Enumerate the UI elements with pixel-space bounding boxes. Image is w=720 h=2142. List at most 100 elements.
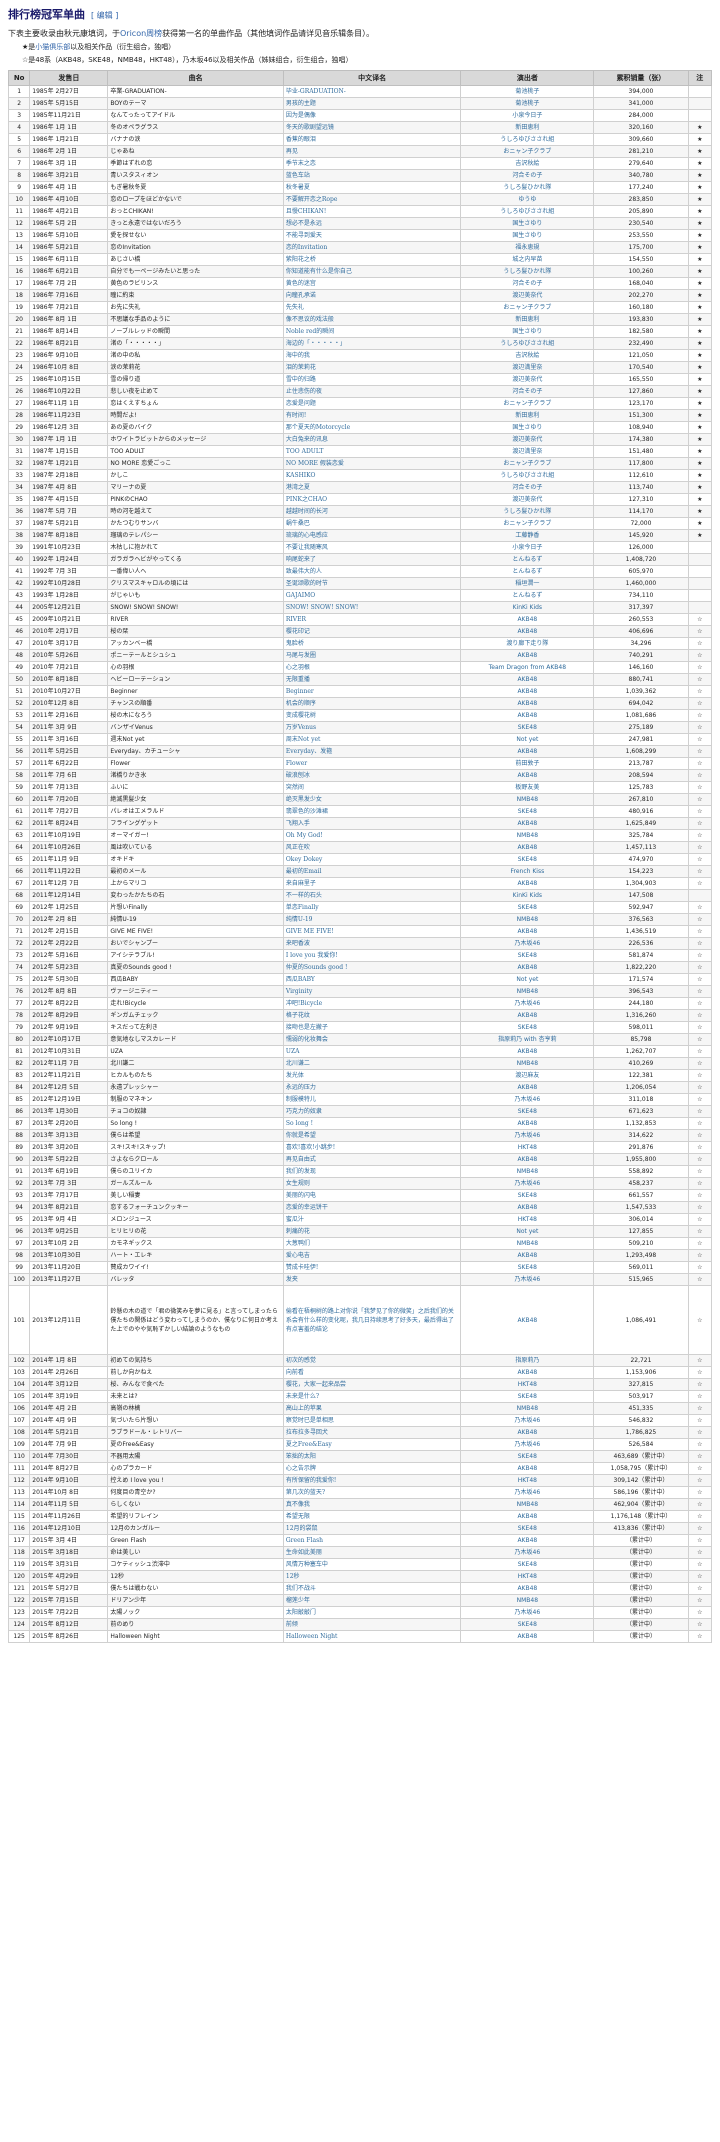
cell-chinese-title[interactable]: I love you 我爱你!: [282, 949, 462, 962]
cell-artist[interactable]: NMB48: [460, 829, 595, 842]
cell-chinese-title[interactable]: 因为是偶像: [282, 109, 462, 122]
cell-artist[interactable]: 指原莉乃: [460, 1354, 595, 1367]
cell-artist[interactable]: AKB48: [460, 673, 595, 686]
cell-artist[interactable]: HKT48: [460, 1378, 595, 1391]
cell-chinese-title[interactable]: 紫阳花之桥: [282, 253, 462, 266]
cell-chinese-title[interactable]: 大白兔来的讯息: [282, 433, 462, 446]
col-header-artist[interactable]: 演出者: [460, 70, 595, 86]
cell-artist[interactable]: おニャン子クラブ: [460, 457, 595, 470]
cell-artist[interactable]: 福永恵規: [460, 241, 595, 254]
cell-artist[interactable]: AKB48: [460, 841, 595, 854]
cell-chinese-title[interactable]: 周末Not yet: [282, 733, 462, 746]
cell-artist[interactable]: SKE48: [460, 1618, 595, 1631]
cell-artist[interactable]: SKE48: [460, 721, 595, 734]
cell-artist[interactable]: 国生さゆり: [460, 217, 595, 230]
cell-artist[interactable]: 乃木坂46: [460, 1414, 595, 1427]
cell-chinese-title[interactable]: 止住悲伤的夜: [282, 385, 462, 398]
cell-chinese-title[interactable]: 发夹: [282, 1273, 462, 1286]
cell-artist[interactable]: AKB48: [460, 1201, 595, 1214]
cell-artist[interactable]: AKB48: [460, 1582, 595, 1595]
cell-artist[interactable]: AKB48: [460, 685, 595, 698]
cell-artist[interactable]: Not yet: [460, 733, 595, 746]
cell-chinese-title[interactable]: 风正在吹: [282, 841, 462, 854]
cell-chinese-title[interactable]: 纯情U-19: [282, 913, 462, 926]
cell-chinese-title[interactable]: Virginity: [282, 985, 462, 998]
cell-chinese-title[interactable]: Halloween Night: [282, 1630, 462, 1643]
cell-chinese-title[interactable]: 越越时间的长河: [282, 505, 462, 518]
cell-artist[interactable]: 前田敦子: [460, 757, 595, 770]
cell-chinese-title[interactable]: 生命如此美丽: [282, 1546, 462, 1559]
cell-chinese-title[interactable]: 先失礼: [282, 301, 462, 314]
cell-artist[interactable]: AKB48: [460, 1153, 595, 1166]
cell-chinese-title[interactable]: 季节末之恋: [282, 157, 462, 170]
cell-chinese-title[interactable]: 高山上的苹果: [282, 1402, 462, 1415]
cell-artist[interactable]: とんねるず: [460, 553, 595, 566]
cell-artist[interactable]: HKT48: [460, 1141, 595, 1154]
cell-artist[interactable]: 菊池桃子: [460, 97, 595, 110]
cell-chinese-title[interactable]: 致最伟大的人: [282, 565, 462, 578]
cell-chinese-title[interactable]: 来自麻里子: [282, 877, 462, 890]
cell-artist[interactable]: SKE48: [460, 1261, 595, 1274]
cell-chinese-title[interactable]: 巧克力的奴隶: [282, 1105, 462, 1118]
col-header-date[interactable]: 发售日: [29, 70, 109, 86]
cell-artist[interactable]: 渡辺美奈代: [460, 493, 595, 506]
cell-chinese-title[interactable]: Okey Dokey: [282, 853, 462, 866]
cell-chinese-title[interactable]: Flower: [282, 757, 462, 770]
cell-artist[interactable]: Not yet: [460, 973, 595, 986]
cell-artist[interactable]: HKT48: [460, 1570, 595, 1583]
cell-chinese-title[interactable]: 你知道能有什么是你自己: [282, 265, 462, 278]
cell-artist[interactable]: 河合その子: [460, 481, 595, 494]
cell-chinese-title[interactable]: So long !: [282, 1117, 462, 1130]
cell-chinese-title[interactable]: GIVE ME FIVE!: [282, 925, 462, 938]
cell-artist[interactable]: AKB48: [460, 649, 595, 662]
cell-chinese-title[interactable]: 琉璃的心电感应: [282, 529, 462, 542]
cell-chinese-title[interactable]: 且慢CHIKAN!: [282, 205, 462, 218]
cell-chinese-title[interactable]: 恋爱的幸运饼干: [282, 1201, 462, 1214]
cell-chinese-title[interactable]: 格子花纹: [282, 1009, 462, 1022]
cell-artist[interactable]: おニャン子クラブ: [460, 145, 595, 158]
cell-artist[interactable]: NMB48: [460, 1165, 595, 1178]
cell-artist[interactable]: NMB48: [460, 1237, 595, 1250]
cell-artist[interactable]: AKB48: [460, 613, 595, 626]
cell-chinese-title[interactable]: 我们不战斗: [282, 1582, 462, 1595]
cell-artist[interactable]: 城之内早苗: [460, 253, 595, 266]
cell-chinese-title[interactable]: 刺痛的花: [282, 1225, 462, 1238]
cell-chinese-title[interactable]: RIVER: [282, 613, 462, 626]
cell-chinese-title[interactable]: 榴莲少年: [282, 1594, 462, 1607]
cell-chinese-title[interactable]: KASHIKO: [282, 469, 462, 482]
cell-artist[interactable]: 渡辺美奈代: [460, 433, 595, 446]
cell-chinese-title[interactable]: 真不像我: [282, 1498, 462, 1511]
cell-chinese-title[interactable]: 有所保留的我爱你!: [282, 1474, 462, 1487]
cell-artist[interactable]: 河合その子: [460, 385, 595, 398]
cell-chinese-title[interactable]: 想必不是永远: [282, 217, 462, 230]
cell-chinese-title[interactable]: 女生规则: [282, 1177, 462, 1190]
cell-chinese-title[interactable]: 秋冬暑夏: [282, 181, 462, 194]
cell-artist[interactable]: おニャン子クラブ: [460, 517, 595, 530]
cell-chinese-title[interactable]: 港湾之夏: [282, 481, 462, 494]
cell-chinese-title[interactable]: SNOW! SNOW! SNOW!: [282, 601, 462, 614]
cell-artist[interactable]: うしろゆびさされ組: [460, 337, 595, 350]
cell-artist[interactable]: SKE48: [460, 1189, 595, 1202]
cell-chinese-title[interactable]: 恋的Invitation: [282, 241, 462, 254]
cell-artist[interactable]: おニャン子クラブ: [460, 301, 595, 314]
cell-artist[interactable]: うしろゆびさされ組: [460, 133, 595, 146]
cell-chinese-title[interactable]: 懦弱的化妆舞会: [282, 1033, 462, 1046]
cell-chinese-title[interactable]: 鬼脸桥: [282, 637, 462, 650]
cell-chinese-title[interactable]: 12月的袋鼠: [282, 1522, 462, 1535]
cell-artist[interactable]: うしろゆびさされ組: [460, 205, 595, 218]
cell-chinese-title[interactable]: 樱花印记: [282, 625, 462, 638]
cell-chinese-title[interactable]: 突然间: [282, 781, 462, 794]
cell-chinese-title[interactable]: 心之羽根: [282, 661, 462, 674]
cell-artist[interactable]: 乃木坂46: [460, 1177, 595, 1190]
cell-artist[interactable]: SKE48: [460, 1105, 595, 1118]
cell-chinese-title[interactable]: 有时间!: [282, 409, 462, 422]
cell-artist[interactable]: ゆうゆ: [460, 193, 595, 206]
cell-chinese-title[interactable]: Oh My God!: [282, 829, 462, 842]
cell-chinese-title[interactable]: 风情万种塞车中: [282, 1558, 462, 1571]
cell-artist[interactable]: AKB48: [460, 877, 595, 890]
cell-chinese-title[interactable]: 察觉时已是单相思: [282, 1414, 462, 1427]
cell-artist[interactable]: AKB48: [460, 1081, 595, 1094]
cell-artist[interactable]: Team Dragon from AKB48: [460, 661, 595, 674]
cell-chinese-title[interactable]: 像不思议的戏法般: [282, 313, 462, 326]
cell-chinese-title[interactable]: TOO ADULT: [282, 445, 462, 458]
